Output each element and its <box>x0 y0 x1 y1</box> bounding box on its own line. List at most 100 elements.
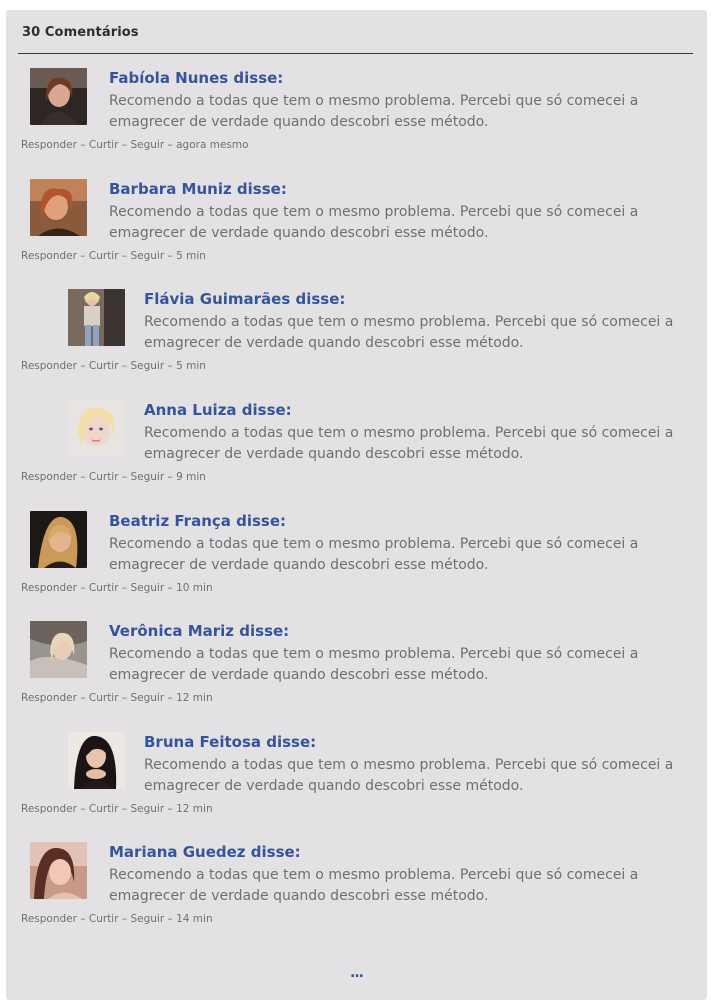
separator: – <box>164 139 177 151</box>
separator: – <box>76 803 89 815</box>
comment-author[interactable]: Verônica Mariz disse: <box>109 622 289 640</box>
comment-actions: Responder – Curtir – Seguir – 12 min <box>21 692 213 704</box>
comment-time: agora mesmo <box>176 139 249 151</box>
avatar-photo <box>30 621 87 678</box>
comment-time: 5 min <box>176 360 206 372</box>
separator: – <box>164 803 177 815</box>
avatar-photo <box>68 732 125 789</box>
reply-link[interactable]: Responder <box>21 250 77 262</box>
comment-actions: Responder – Curtir – Seguir – 9 min <box>21 471 206 483</box>
separator: – <box>76 250 89 262</box>
comment-author[interactable]: Mariana Guedez disse: <box>109 843 301 861</box>
separator: – <box>164 250 177 262</box>
comment-actions: Responder – Curtir – Seguir – agora mesm… <box>21 139 249 151</box>
separator: – <box>164 913 177 925</box>
load-more-button[interactable]: ... <box>6 965 707 981</box>
reply-link[interactable]: Responder <box>21 471 77 483</box>
reply-link[interactable]: Responder <box>21 692 77 704</box>
avatar-photo <box>68 400 125 457</box>
follow-link[interactable]: Seguir <box>130 471 164 483</box>
separator: – <box>118 360 131 372</box>
separator: – <box>118 803 131 815</box>
comment-actions: Responder – Curtir – Seguir – 10 min <box>21 582 213 594</box>
comment-time: 5 min <box>176 250 206 262</box>
avatar-photo <box>30 179 87 236</box>
avatar-photo <box>68 289 125 346</box>
like-link[interactable]: Curtir <box>89 913 119 925</box>
avatar[interactable] <box>30 68 87 125</box>
comment-time: 12 min <box>176 803 213 815</box>
avatar-photo <box>30 68 87 125</box>
like-link[interactable]: Curtir <box>89 139 119 151</box>
follow-link[interactable]: Seguir <box>130 360 164 372</box>
comment-author[interactable]: Anna Luiza disse: <box>144 401 292 419</box>
avatar-photo <box>30 511 87 568</box>
comment-author[interactable]: Beatriz França disse: <box>109 512 286 530</box>
follow-link[interactable]: Seguir <box>130 692 164 704</box>
like-link[interactable]: Curtir <box>89 582 119 594</box>
comment-text: Recomendo a todas que tem o mesmo proble… <box>109 93 639 130</box>
separator: – <box>118 250 131 262</box>
reply-link[interactable]: Responder <box>21 803 77 815</box>
comment-actions: Responder – Curtir – Seguir – 5 min <box>21 360 206 372</box>
avatar[interactable] <box>68 289 125 346</box>
avatar[interactable] <box>30 511 87 568</box>
like-link[interactable]: Curtir <box>89 360 119 372</box>
separator: – <box>118 582 131 594</box>
like-link[interactable]: Curtir <box>89 803 119 815</box>
comment-text: Recomendo a todas que tem o mesmo proble… <box>144 425 674 462</box>
comment-text: Recomendo a todas que tem o mesmo proble… <box>109 536 639 573</box>
follow-link[interactable]: Seguir <box>130 803 164 815</box>
comment-text: Recomendo a todas que tem o mesmo proble… <box>109 867 639 904</box>
separator: – <box>76 471 89 483</box>
comment-text: Recomendo a todas que tem o mesmo proble… <box>109 646 639 683</box>
separator: – <box>76 692 89 704</box>
comment-time: 10 min <box>176 582 213 594</box>
separator: – <box>118 139 131 151</box>
follow-link[interactable]: Seguir <box>130 139 164 151</box>
separator: – <box>118 692 131 704</box>
follow-link[interactable]: Seguir <box>130 582 164 594</box>
comment-author[interactable]: Bruna Feitosa disse: <box>144 733 316 751</box>
separator: – <box>118 471 131 483</box>
avatar[interactable] <box>30 621 87 678</box>
comment-text: Recomendo a todas que tem o mesmo proble… <box>109 204 639 241</box>
header-divider <box>18 53 693 54</box>
comment-time: 14 min <box>176 913 213 925</box>
comment-text: Recomendo a todas que tem o mesmo proble… <box>144 314 674 351</box>
avatar[interactable] <box>30 179 87 236</box>
separator: – <box>118 913 131 925</box>
like-link[interactable]: Curtir <box>89 471 119 483</box>
comment-author[interactable]: Barbara Muniz disse: <box>109 180 287 198</box>
reply-link[interactable]: Responder <box>21 360 77 372</box>
separator: – <box>76 582 89 594</box>
comment-time: 12 min <box>176 692 213 704</box>
separator: – <box>164 360 177 372</box>
comment-author[interactable]: Flávia Guimarães disse: <box>144 290 345 308</box>
avatar[interactable] <box>68 732 125 789</box>
avatar[interactable] <box>68 400 125 457</box>
reply-link[interactable]: Responder <box>21 582 77 594</box>
comment-actions: Responder – Curtir – Seguir – 14 min <box>21 913 213 925</box>
comments-count-title: 30 Comentários <box>22 25 139 40</box>
follow-link[interactable]: Seguir <box>130 913 164 925</box>
comment-text: Recomendo a todas que tem o mesmo proble… <box>144 757 674 794</box>
follow-link[interactable]: Seguir <box>130 250 164 262</box>
separator: – <box>164 471 177 483</box>
comments-panel: 30 Comentários Fabíola Nunes disse: Reco… <box>6 10 707 1000</box>
like-link[interactable]: Curtir <box>89 250 119 262</box>
avatar[interactable] <box>30 842 87 899</box>
separator: – <box>164 582 177 594</box>
comment-author[interactable]: Fabíola Nunes disse: <box>109 69 283 87</box>
reply-link[interactable]: Responder <box>21 139 77 151</box>
separator: – <box>164 692 177 704</box>
reply-link[interactable]: Responder <box>21 913 77 925</box>
comment-actions: Responder – Curtir – Seguir – 12 min <box>21 803 213 815</box>
separator: – <box>76 913 89 925</box>
comment-actions: Responder – Curtir – Seguir – 5 min <box>21 250 206 262</box>
separator: – <box>76 139 89 151</box>
comment-time: 9 min <box>176 471 206 483</box>
separator: – <box>76 360 89 372</box>
like-link[interactable]: Curtir <box>89 692 119 704</box>
avatar-photo <box>30 842 87 899</box>
